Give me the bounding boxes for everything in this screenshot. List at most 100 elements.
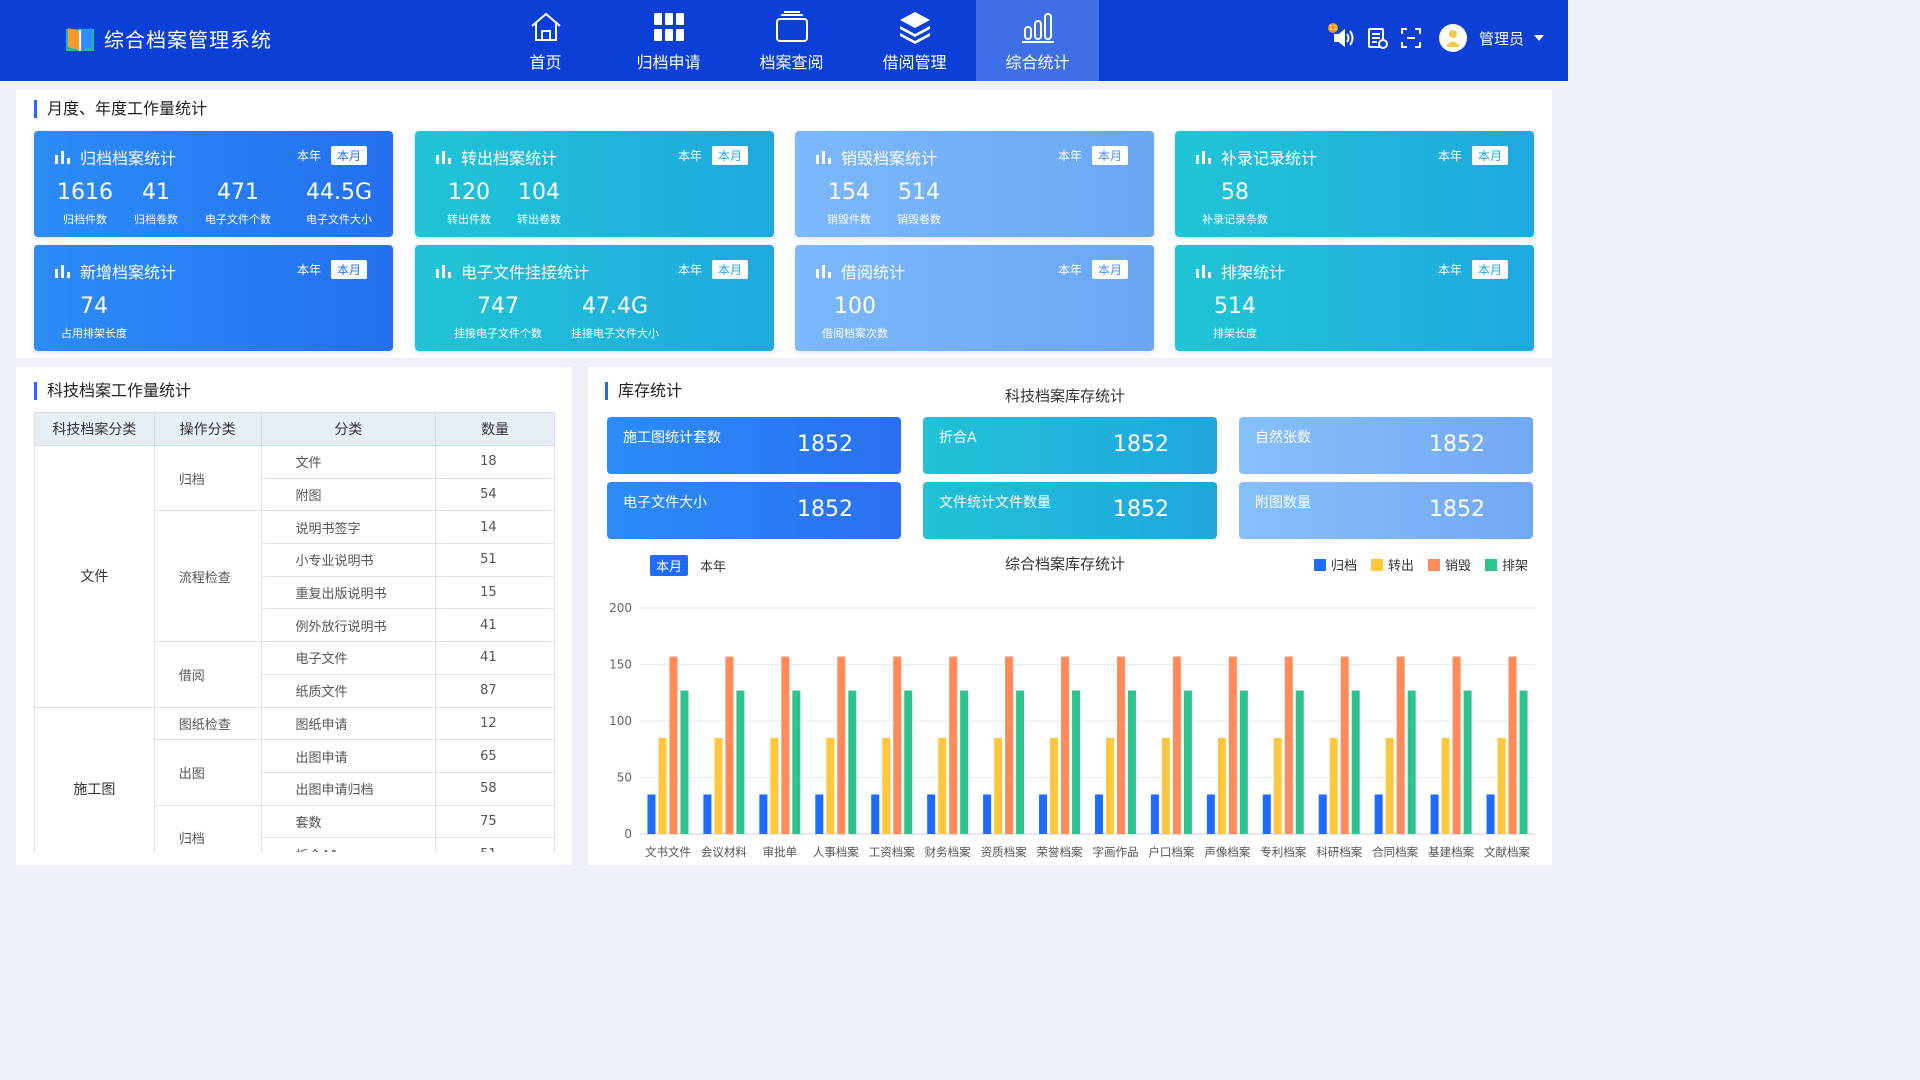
operation-cell: 流程检查 [153, 510, 262, 643]
count-cell: 54 [435, 477, 555, 512]
legend-item[interactable]: 销毁 [1428, 555, 1471, 574]
bar [658, 737, 667, 834]
bar [949, 656, 958, 834]
bar [1385, 737, 1394, 834]
tab-year[interactable]: 本年 [1438, 261, 1462, 278]
nav-archive-apply[interactable]: 归档申请 [607, 0, 730, 81]
count-cell: 41 [435, 608, 555, 643]
bar [1183, 690, 1192, 834]
count-cell: 15 [435, 575, 555, 610]
stock-box-value: 1852 [797, 497, 853, 522]
bar [714, 737, 723, 834]
legend-item[interactable]: 转出 [1371, 555, 1414, 574]
bar [1519, 690, 1528, 834]
tab-month[interactable]: 本月 [1471, 260, 1508, 279]
category-cell: 施工图 [34, 706, 155, 852]
operation-cell: 借阅 [153, 641, 262, 708]
stat-card: 补录记录统计 本年 本月 58 补录记录条数 [1175, 131, 1534, 237]
tab-month[interactable]: 本月 [650, 555, 689, 576]
tab-month[interactable]: 本月 [1091, 146, 1128, 165]
x-tick-label: 文献档案 [1484, 845, 1530, 859]
count-cell: 51 [435, 543, 555, 577]
type-cell: 纸质文件 [260, 673, 437, 708]
chart-title: 综合档案库存统计 [1005, 555, 1126, 573]
x-tick-label: 户口档案 [1148, 845, 1194, 859]
nav-archive-apply-label: 归档申请 [636, 53, 701, 72]
card-header: 排架统计 [1195, 259, 1285, 283]
x-tick-label: 荣誉档案 [1037, 845, 1083, 859]
legend-label: 销毁 [1445, 559, 1472, 574]
tab-month[interactable]: 本月 [1471, 146, 1508, 165]
stat-label: 补录记录条数 [1202, 213, 1268, 226]
bar [1273, 737, 1282, 834]
bar [647, 794, 656, 834]
bar [904, 690, 913, 834]
user-avatar-icon [1445, 30, 1460, 47]
bar [848, 690, 857, 834]
type-cell: 套数 [260, 804, 437, 839]
tech-table-clip: 科技档案分类 操作分类 分类 数量 文件 归档 文件 18 附图 54 流程检查 说明书签字 1… [0, 0, 572, 852]
card-period-tabs: 本年 本月 [1438, 260, 1508, 279]
notice-badge: 12 [1327, 23, 1338, 33]
card-title: 借阅统计 [841, 263, 906, 282]
chevron-down-icon[interactable] [1534, 35, 1544, 41]
stock-box-value: 1852 [1113, 497, 1169, 522]
stock-box-value: 1852 [1429, 432, 1485, 457]
tab-year[interactable]: 本年 [1058, 261, 1082, 278]
bar [1508, 656, 1517, 834]
count-cell: 58 [435, 771, 555, 806]
card-period-tabs: 本年 本月 [678, 260, 748, 279]
stat-value: 100 [834, 294, 876, 319]
nav-borrow-manage[interactable]: 借阅管理 [853, 0, 976, 81]
card-period-tabs: 本年 本月 [1058, 146, 1128, 165]
user-name[interactable]: 管理员 [1479, 28, 1524, 49]
bar [1351, 690, 1360, 834]
avatar[interactable] [1438, 24, 1467, 52]
nav-archive-query[interactable]: 档案查阅 [730, 0, 853, 81]
type-cell: 小专业说明书 [260, 543, 437, 577]
layers-icon [899, 12, 930, 44]
stock-box-label: 电子文件大小 [623, 495, 707, 511]
bar-chart-icon [1196, 265, 1211, 278]
tab-year[interactable]: 本年 [1438, 147, 1462, 164]
legend-item[interactable]: 排架 [1485, 555, 1528, 574]
count-cell: 41 [435, 641, 555, 675]
task-list-button[interactable] [1365, 26, 1389, 50]
bar [1329, 737, 1338, 834]
stat-item: 58 补录记录条数 [1195, 179, 1275, 227]
card-header: 销毁档案统计 [815, 145, 937, 169]
tab-month[interactable]: 本月 [1091, 260, 1128, 279]
scan-button[interactable] [1399, 26, 1423, 50]
legend-item[interactable]: 归档 [1314, 555, 1357, 574]
stat-label: 排架长度 [1213, 327, 1257, 340]
stat-label: 挂接电子文件大小 [571, 327, 659, 340]
bar [960, 690, 969, 834]
x-tick-label: 人事档案 [813, 845, 859, 859]
bar [837, 656, 846, 834]
tab-month[interactable]: 本月 [711, 260, 748, 279]
type-cell: 重复出版说明书 [260, 575, 437, 610]
stat-value: 514 [1214, 294, 1256, 319]
stock-box-label: 文件统计文件数量 [939, 495, 1051, 511]
count-cell: 65 [435, 739, 555, 773]
bar [1318, 794, 1327, 834]
stat-card: 借阅统计 本年 本月 100 借阅档案次数 [795, 245, 1154, 351]
card-period-tabs: 本年 本月 [1438, 146, 1508, 165]
stat-value: 154 [828, 180, 870, 205]
table-row: 施工图 图纸检查 图纸申请 12 [34, 706, 555, 852]
tab-month[interactable]: 本月 [711, 146, 748, 165]
tab-year[interactable]: 本年 [678, 261, 702, 278]
nav-statistics[interactable]: 综合统计 [976, 0, 1099, 81]
type-cell: 附图 [260, 477, 437, 512]
tech-table: 科技档案分类 操作分类 分类 数量 文件 归档 文件 18 附图 54 流程检查 说明书签字 1… [34, 412, 555, 852]
stock-box-value: 1852 [1113, 432, 1169, 457]
x-tick-label: 声像档案 [1204, 845, 1250, 859]
operation-cell: 归档 [153, 804, 262, 852]
card-title: 销毁档案统计 [841, 149, 938, 168]
tab-year[interactable]: 本年 [678, 147, 702, 164]
speaker-button[interactable]: 12 [1327, 23, 1355, 50]
bar [1094, 794, 1103, 834]
tab-year[interactable]: 本年 [1058, 147, 1082, 164]
bar [1206, 794, 1215, 834]
tab-year[interactable]: 本年 [700, 556, 726, 575]
